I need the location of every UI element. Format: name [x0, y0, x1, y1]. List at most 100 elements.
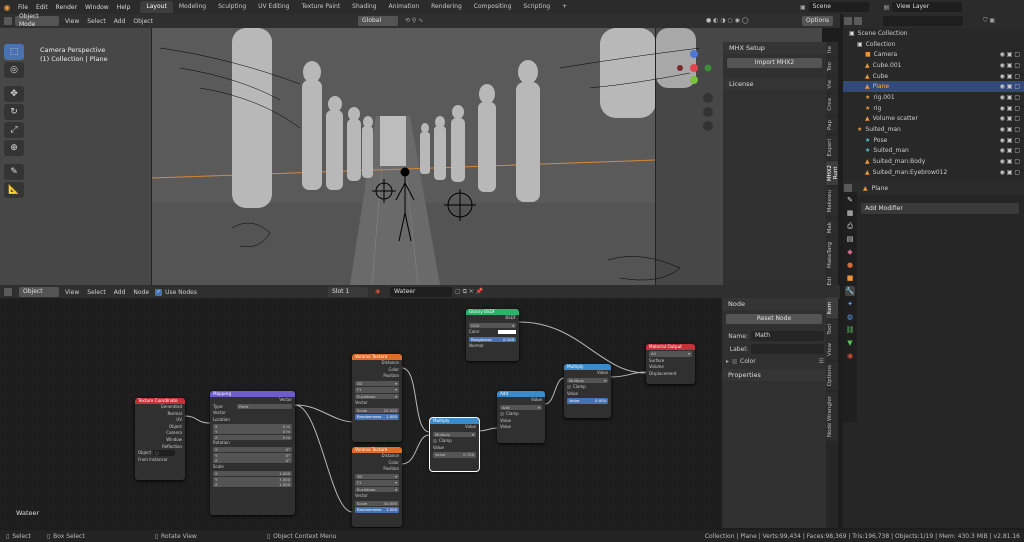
sidebar-tab-makewalk[interactable]: Makewu [826, 186, 838, 217]
slot-dropdown[interactable]: Slot 1 [328, 287, 368, 297]
value-field[interactable]: Value 0.004 [567, 398, 608, 404]
menu-window[interactable]: Window [81, 4, 113, 11]
particles-tab-icon[interactable]: ✦ [845, 299, 855, 309]
outliner-row[interactable]: ★ rig ◉ ▣ ▢ [843, 103, 1024, 114]
use-nodes-checkbox[interactable]: ✓ [155, 288, 163, 296]
visibility-toggle-icons[interactable]: ◉ ▣ ▢ [1000, 115, 1020, 122]
tab-layout[interactable]: Layout [140, 1, 173, 13]
vp-menu-view[interactable]: View [61, 18, 83, 25]
output-socket-row[interactable]: Camera [135, 430, 185, 437]
outliner-row[interactable]: ▣ Scene Collection [843, 28, 1024, 39]
tab-uv-editing[interactable]: UV Editing [252, 1, 295, 13]
outliner-row[interactable]: ▲ Plane ◉ ▣ ▢ [843, 81, 1024, 93]
clamp-checkbox[interactable] [500, 412, 504, 417]
visibility-toggle-icons[interactable]: ◉ ▣ ▢ [1000, 158, 1020, 165]
measure-tool-icon[interactable]: 📐 [4, 182, 24, 198]
material-actions-icons[interactable]: ▢ ⧉ ✕ 📌 [455, 288, 483, 296]
sidebar-tab-create[interactable]: Crea [826, 93, 838, 115]
add-workspace-button[interactable]: + [556, 1, 573, 13]
outliner-row[interactable]: ▲ Volume scatter ◉ ▣ ▢ [843, 114, 1024, 125]
visibility-toggle-icons[interactable]: ◉ ▣ ▢ [1000, 94, 1020, 101]
filter-icon[interactable]: ⛉ ▣ [983, 17, 995, 25]
output-socket-row[interactable]: Reflection [135, 444, 185, 451]
import-mhx2-button[interactable]: Import MHX2 [727, 58, 822, 68]
output-socket-row[interactable]: UV [135, 417, 185, 424]
menu-render[interactable]: Render [52, 4, 81, 11]
node-tab-view[interactable]: View [826, 339, 838, 361]
node-glossy-bsdf[interactable]: Glossy BSDF BSDF GGX ▾ Color Roughness 0.1… [466, 309, 519, 361]
node-label-field[interactable] [751, 344, 824, 354]
physics-tab-icon[interactable]: ◍ [845, 312, 855, 322]
tab-modeling[interactable]: Modeling [173, 1, 212, 13]
material-name-field[interactable]: Wateer [390, 287, 452, 297]
visibility-toggle-icons[interactable]: ◉ ▣ ▢ [1000, 51, 1020, 58]
visibility-toggle-icons[interactable]: ◉ ▣ ▢ [1000, 169, 1020, 176]
output-socket-row[interactable]: Position [352, 466, 402, 473]
viewport-shading-icons[interactable]: ● ◐ ◑ ○ ◉ ◯ [706, 17, 748, 24]
constraints-tab-icon[interactable]: ⛓ [845, 325, 855, 335]
node-tab-tool[interactable]: Tool [826, 319, 838, 339]
visibility-toggle-icons[interactable]: ◉ ▣ ▢ [1000, 147, 1020, 154]
outliner-row[interactable]: ▣ Collection [843, 39, 1024, 50]
output-socket-row[interactable]: Distance [352, 360, 402, 367]
outliner-row[interactable]: ★ rig.001 ◉ ▣ ▢ [843, 92, 1024, 103]
node-tab-node-wrangler[interactable]: Node Wrangler [826, 391, 838, 441]
tab-compositing[interactable]: Compositing [468, 1, 518, 13]
outliner-row[interactable]: ★ Suited_man ◉ ▣ ▢ [843, 146, 1024, 157]
properties-header[interactable]: Properties [722, 369, 828, 381]
reset-node-button[interactable]: Reset Node [726, 314, 822, 324]
data-tab-icon[interactable]: ▼ [845, 338, 855, 348]
voronoi-feat-dropdown[interactable]: F1 ▾ [355, 480, 399, 486]
3d-viewport[interactable]: Camera Perspective (1) Collection | Plan… [0, 28, 822, 285]
mapping-loc-field[interactable]: Y0 m [213, 429, 292, 435]
annotate-tool-icon[interactable]: ✎ [4, 164, 24, 180]
voronoi-metric-dropdown[interactable]: Euclidean ▾ [355, 393, 399, 400]
value-field[interactable]: Value 0.750 [433, 452, 476, 458]
color-checkbox[interactable] [732, 359, 738, 364]
output-socket-row[interactable]: Position [352, 373, 402, 380]
scene-field[interactable]: Scene [808, 2, 869, 12]
tool-tab-icon[interactable]: ✎ [845, 195, 855, 205]
modifier-tab-icon[interactable]: 🔧 [845, 286, 855, 296]
mapping-rot-field[interactable]: X 0° [213, 447, 292, 453]
material-tab-icon[interactable]: ◉ [845, 351, 855, 361]
mapping-scl-field[interactable]: X 1.000 [213, 471, 292, 477]
sidebar-tab-maketarget[interactable]: MakeTarg [826, 237, 838, 272]
properties-editor-icon[interactable] [844, 184, 852, 192]
sidebar-tab-pap[interactable]: Pap [826, 115, 838, 134]
view-layer-tab-icon[interactable]: ▤ [845, 234, 855, 244]
editor-type-icon[interactable] [4, 17, 12, 25]
object-picker[interactable]: ▢ [153, 450, 176, 456]
sidebar-tab-tool[interactable]: Too [826, 58, 838, 76]
tab-shading[interactable]: Shading [346, 1, 382, 13]
node-voronoi-1[interactable]: Voronoi Texture Distance Color Position 3D ▾ F… [352, 354, 402, 442]
outliner-row[interactable]: ★ Pose ◉ ▣ ▢ [843, 135, 1024, 146]
visibility-toggle-icons[interactable]: ◉ ▣ ▢ [1000, 126, 1020, 133]
rotate-tool-icon[interactable]: ↻ [4, 104, 24, 120]
output-socket-row[interactable]: Generated [135, 404, 185, 411]
scale-field[interactable]: Scale 40.000 [355, 500, 399, 507]
node-voronoi-2[interactable]: Voronoi Texture Distance Color Position 3D ▾ F… [352, 447, 402, 527]
render-tab-icon[interactable]: ▦ [845, 208, 855, 218]
output-tab-icon[interactable]: ⎙ [845, 221, 855, 231]
sidebar-tab-item[interactable]: Ite [826, 42, 838, 58]
clamp-checkbox[interactable] [433, 439, 437, 444]
list-icon[interactable]: ☰ [819, 358, 824, 365]
output-socket-row[interactable]: Window [135, 437, 185, 444]
randomness-field[interactable]: Randomness 1.000 [355, 414, 399, 420]
node-editor-type-icon[interactable] [4, 288, 12, 296]
object-tab-icon[interactable]: ■ [845, 273, 855, 283]
snap-icon[interactable]: ⟲ ⚲ ∿ [405, 17, 423, 24]
menu-edit[interactable]: Edit [32, 4, 52, 11]
outliner-row[interactable]: ▲ Cube ◉ ▣ ▢ [843, 71, 1024, 82]
outliner-editor-icon[interactable] [844, 17, 852, 25]
navigation-gizmo[interactable] [676, 28, 720, 140]
cursor-tool-icon[interactable]: ◎ [4, 62, 24, 78]
target-dropdown[interactable]: All ▾ [649, 351, 692, 357]
expand-icon[interactable]: ▸ [726, 358, 729, 365]
sidebar-tab-view[interactable]: Vie [826, 76, 838, 93]
node-material-output[interactable]: Material Output All ▾ Surface Volume Disp… [646, 344, 695, 384]
roughness-field[interactable]: Roughness 0.100 [469, 336, 516, 343]
clamp-checkbox[interactable] [567, 385, 571, 390]
mapping-loc-field[interactable]: X0 m [213, 423, 292, 429]
